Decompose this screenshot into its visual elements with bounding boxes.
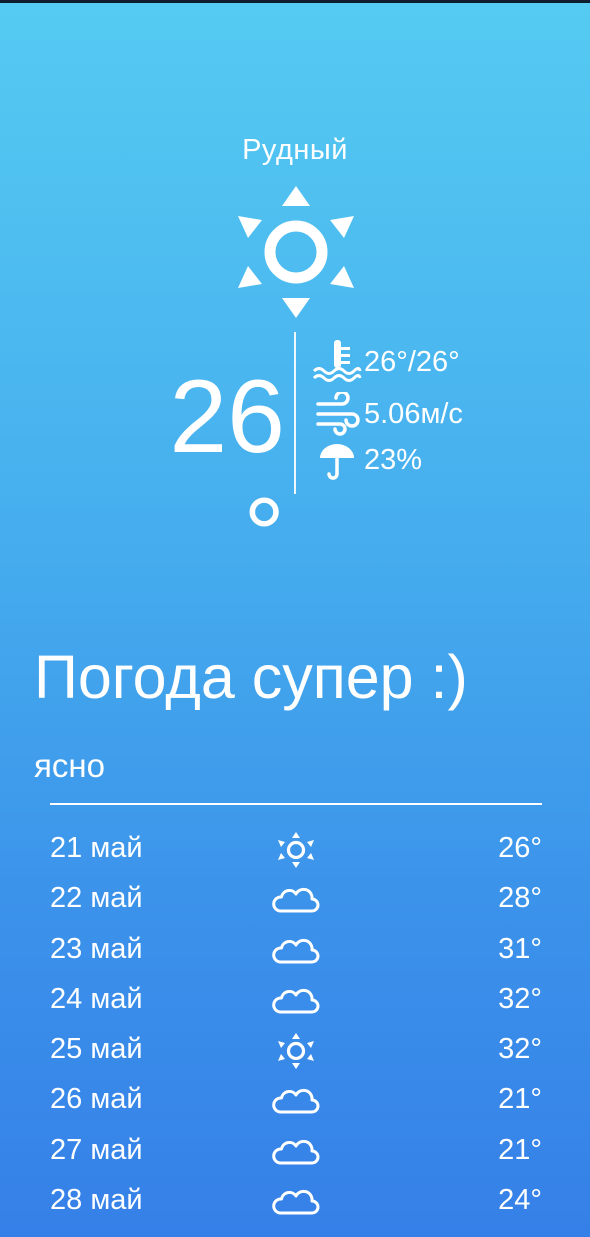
current-temperature: 26 °: [169, 359, 285, 593]
status-bar: [0, 0, 590, 3]
forecast-row[interactable]: 23 май 31°: [50, 925, 542, 975]
forecast-temperature: 32°: [498, 1033, 542, 1066]
forecast-temperature: 28°: [498, 882, 542, 915]
cloud-icon: [272, 938, 320, 964]
sun-icon: [278, 832, 314, 868]
forecast-row[interactable]: 22 май 28°: [50, 874, 542, 924]
forecast-date: 21 май: [50, 832, 143, 864]
forecast-temperature: 32°: [498, 982, 542, 1015]
umbrella-icon: [320, 444, 354, 480]
forecast-temperature: 31°: [498, 932, 542, 965]
weather-headline: Погода супер :): [34, 643, 468, 711]
forecast-date: 23 май: [50, 932, 143, 965]
forecast-temperature: 26°: [498, 832, 542, 864]
forecast-date: 25 май: [50, 1033, 143, 1066]
forecast-row[interactable]: 25 май 32°: [50, 1025, 542, 1075]
precipitation-row: 23%: [312, 440, 422, 480]
cloud-icon: [272, 1139, 320, 1165]
feels-like-row: 26°/26°: [312, 340, 460, 382]
divider-horizontal: [50, 803, 542, 805]
forecast-temperature: 21°: [498, 1133, 542, 1166]
forecast-row[interactable]: 24 май 32°: [50, 975, 542, 1025]
precipitation-value: 23%: [364, 443, 423, 476]
wind-icon: [316, 392, 360, 436]
weather-condition: ясно: [34, 747, 105, 784]
forecast-temperature: 21°: [498, 1083, 542, 1116]
cloud-icon: [272, 1089, 320, 1114]
forecast-date: 26 май: [50, 1083, 143, 1116]
forecast-row[interactable]: 26 май 21°: [50, 1075, 542, 1125]
forecast-date: 24 май: [50, 982, 143, 1015]
wind-value: 5.06м/с: [364, 397, 463, 430]
thermometer-water-icon: [312, 340, 362, 382]
wind-row: 5.06м/с: [312, 392, 463, 436]
forecast-row[interactable]: 27 май 21°: [50, 1126, 542, 1176]
forecast-date: 27 май: [50, 1133, 143, 1166]
divider-vertical: [294, 332, 296, 494]
forecast-temperature: 24°: [498, 1184, 542, 1217]
forecast-date: 28 май: [50, 1184, 143, 1217]
city-name[interactable]: Рудный: [0, 134, 590, 167]
forecast-row[interactable]: 21 май 26°: [50, 824, 542, 874]
forecast-list: 21 май 26° 22 май 28° 23 май 31° 24 май …: [50, 824, 542, 1226]
forecast-row[interactable]: 28 май 24°: [50, 1176, 542, 1226]
sun-icon: [278, 1033, 314, 1070]
feels-like-value: 26°/26°: [364, 345, 460, 378]
sun-icon: [238, 186, 354, 318]
forecast-date: 22 май: [50, 882, 143, 915]
cloud-icon: [272, 1189, 320, 1215]
cloud-icon: [272, 888, 320, 913]
cloud-icon: [272, 988, 320, 1014]
